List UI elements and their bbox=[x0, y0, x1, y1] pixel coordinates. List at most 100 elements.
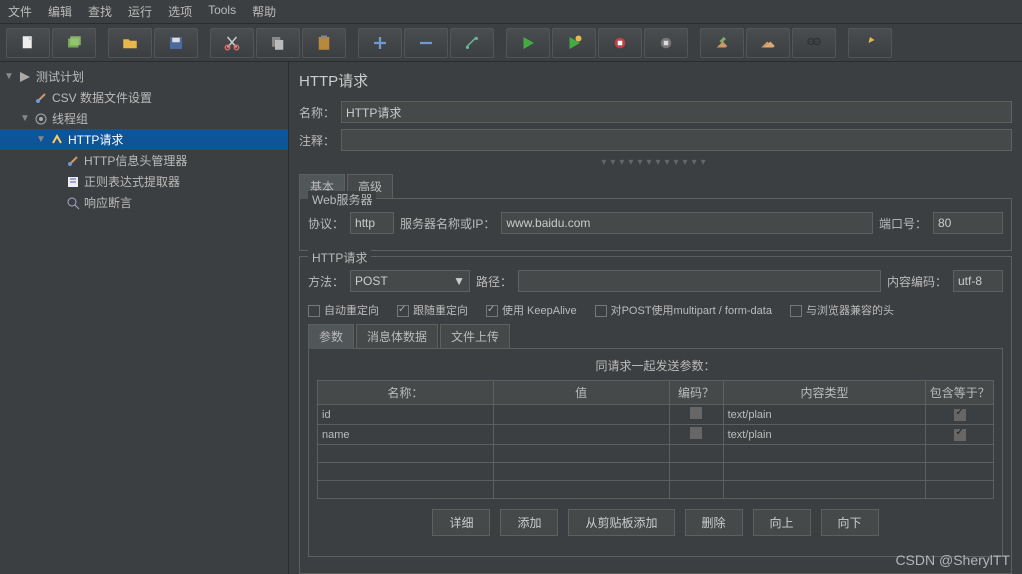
paste-button[interactable] bbox=[302, 28, 346, 58]
name-input[interactable] bbox=[341, 101, 1012, 123]
method-label: 方法： bbox=[308, 273, 344, 290]
server-input[interactable] bbox=[501, 212, 873, 234]
shutdown-button[interactable] bbox=[644, 28, 688, 58]
tree-csv-label: CSV 数据文件设置 bbox=[52, 89, 152, 106]
chevron-down-icon: ▼ bbox=[453, 274, 465, 288]
menu-tools[interactable]: Tools bbox=[208, 3, 236, 20]
cell-value[interactable] bbox=[493, 405, 669, 425]
panel-title: HTTP请求 bbox=[299, 70, 1012, 91]
comment-label: 注释： bbox=[299, 132, 335, 149]
menubar: 文件 编辑 查找 运行 选项 Tools 帮助 bbox=[0, 0, 1022, 24]
up-button[interactable]: 向上 bbox=[753, 509, 811, 536]
th-value: 值 bbox=[493, 381, 669, 405]
tree-csv[interactable]: CSV 数据文件设置 bbox=[0, 87, 288, 108]
collapse-button[interactable] bbox=[404, 28, 448, 58]
tree-httprequest-label: HTTP请求 bbox=[68, 131, 123, 148]
add-button[interactable]: 添加 bbox=[500, 509, 558, 536]
toggle-button[interactable] bbox=[450, 28, 494, 58]
menu-run[interactable]: 运行 bbox=[128, 3, 152, 20]
params-table[interactable]: 名称： 值 编码？ 内容类型 包含等于？ id text/plain bbox=[317, 380, 994, 499]
server-label: 服务器名称或IP： bbox=[400, 215, 495, 232]
menu-help[interactable]: 帮助 bbox=[252, 3, 276, 20]
cb-keepalive[interactable]: 使用 KeepAlive bbox=[486, 302, 577, 318]
th-name: 名称： bbox=[318, 381, 494, 405]
grip-icon: ▾▾▾▾▾▾▾▾▾▾▾▾ bbox=[299, 157, 1012, 168]
fn-button[interactable] bbox=[848, 28, 892, 58]
cell-enc[interactable] bbox=[669, 405, 723, 425]
tree-testplan-label: 测试计划 bbox=[36, 68, 84, 85]
protocol-input[interactable] bbox=[350, 212, 394, 234]
tree-threadgroup[interactable]: ▼线程组 bbox=[0, 108, 288, 129]
comment-input[interactable] bbox=[341, 129, 1012, 151]
cell-eq[interactable] bbox=[926, 405, 994, 425]
tree-assert[interactable]: 响应断言 bbox=[0, 192, 288, 213]
port-label: 端口号： bbox=[879, 215, 927, 232]
subtab-params[interactable]: 参数 bbox=[308, 324, 354, 349]
cell-name[interactable]: id bbox=[318, 405, 494, 425]
tree-testplan[interactable]: ▼测试计划 bbox=[0, 66, 288, 87]
th-enc: 编码？ bbox=[669, 381, 723, 405]
start-notimers-button[interactable] bbox=[552, 28, 596, 58]
cell-value[interactable] bbox=[493, 425, 669, 445]
table-row[interactable]: id text/plain bbox=[318, 405, 994, 425]
cell-eq[interactable] bbox=[926, 425, 994, 445]
cut-button[interactable] bbox=[210, 28, 254, 58]
cell-enc[interactable] bbox=[669, 425, 723, 445]
add-clipboard-button[interactable]: 从剪贴板添加 bbox=[568, 509, 674, 536]
toolbar bbox=[0, 24, 1022, 62]
down-button[interactable]: 向下 bbox=[821, 509, 879, 536]
menu-edit[interactable]: 编辑 bbox=[48, 3, 72, 20]
menu-find[interactable]: 查找 bbox=[88, 3, 112, 20]
enc-input[interactable] bbox=[953, 270, 1003, 292]
table-row[interactable] bbox=[318, 463, 994, 481]
clear-button[interactable] bbox=[700, 28, 744, 58]
cb-multipart[interactable]: 对POST使用multipart / form-data bbox=[595, 302, 772, 318]
enc-label: 内容编码： bbox=[887, 273, 947, 290]
path-input[interactable] bbox=[518, 270, 881, 292]
cell-ctype[interactable]: text/plain bbox=[723, 425, 926, 445]
tree-regex[interactable]: 正则表达式提取器 bbox=[0, 171, 288, 192]
copy-button[interactable] bbox=[256, 28, 300, 58]
search-button[interactable] bbox=[792, 28, 836, 58]
test-plan-tree[interactable]: ▼测试计划 CSV 数据文件设置 ▼线程组 ▼HTTP请求 HTTP信息头管理器… bbox=[0, 62, 289, 574]
tree-regex-label: 正则表达式提取器 bbox=[84, 173, 180, 190]
new-button[interactable] bbox=[6, 28, 50, 58]
protocol-label: 协议： bbox=[308, 215, 344, 232]
path-label: 路径： bbox=[476, 273, 512, 290]
cell-ctype[interactable]: text/plain bbox=[723, 405, 926, 425]
tree-headermgr-label: HTTP信息头管理器 bbox=[84, 152, 187, 169]
stop-button[interactable] bbox=[598, 28, 642, 58]
delete-button[interactable]: 删除 bbox=[685, 509, 743, 536]
config-panel: HTTP请求 名称： 注释： ▾▾▾▾▾▾▾▾▾▾▾▾ 基本 高级 Web服务器… bbox=[289, 62, 1022, 574]
name-label: 名称： bbox=[299, 104, 335, 121]
th-eq: 包含等于？ bbox=[926, 381, 994, 405]
detail-button[interactable]: 详细 bbox=[432, 509, 490, 536]
menu-file[interactable]: 文件 bbox=[8, 3, 32, 20]
cb-followredirect[interactable]: 跟随重定向 bbox=[397, 302, 468, 318]
start-button[interactable] bbox=[506, 28, 550, 58]
subtab-body[interactable]: 消息体数据 bbox=[356, 324, 438, 349]
table-row[interactable]: name text/plain bbox=[318, 425, 994, 445]
method-select[interactable]: POST ▼ bbox=[350, 270, 470, 292]
web-group-title: Web服务器 bbox=[308, 191, 376, 208]
open-button[interactable] bbox=[108, 28, 152, 58]
subtab-files[interactable]: 文件上传 bbox=[440, 324, 510, 349]
templates-button[interactable] bbox=[52, 28, 96, 58]
cb-browsercompat[interactable]: 与浏览器兼容的头 bbox=[790, 302, 894, 318]
method-value: POST bbox=[355, 274, 388, 288]
params-caption: 同请求一起发送参数： bbox=[317, 351, 994, 380]
watermark: CSDN @SherylTT bbox=[895, 552, 1010, 568]
cb-autoredirect[interactable]: 自动重定向 bbox=[308, 302, 379, 318]
cell-name[interactable]: name bbox=[318, 425, 494, 445]
save-button[interactable] bbox=[154, 28, 198, 58]
th-ctype: 内容类型 bbox=[723, 381, 926, 405]
table-row[interactable] bbox=[318, 481, 994, 499]
tree-httprequest[interactable]: ▼HTTP请求 bbox=[0, 129, 288, 150]
tree-assert-label: 响应断言 bbox=[84, 194, 132, 211]
tree-headermgr[interactable]: HTTP信息头管理器 bbox=[0, 150, 288, 171]
table-row[interactable] bbox=[318, 445, 994, 463]
expand-button[interactable] bbox=[358, 28, 402, 58]
menu-options[interactable]: 选项 bbox=[168, 3, 192, 20]
port-input[interactable] bbox=[933, 212, 1003, 234]
clearall-button[interactable] bbox=[746, 28, 790, 58]
